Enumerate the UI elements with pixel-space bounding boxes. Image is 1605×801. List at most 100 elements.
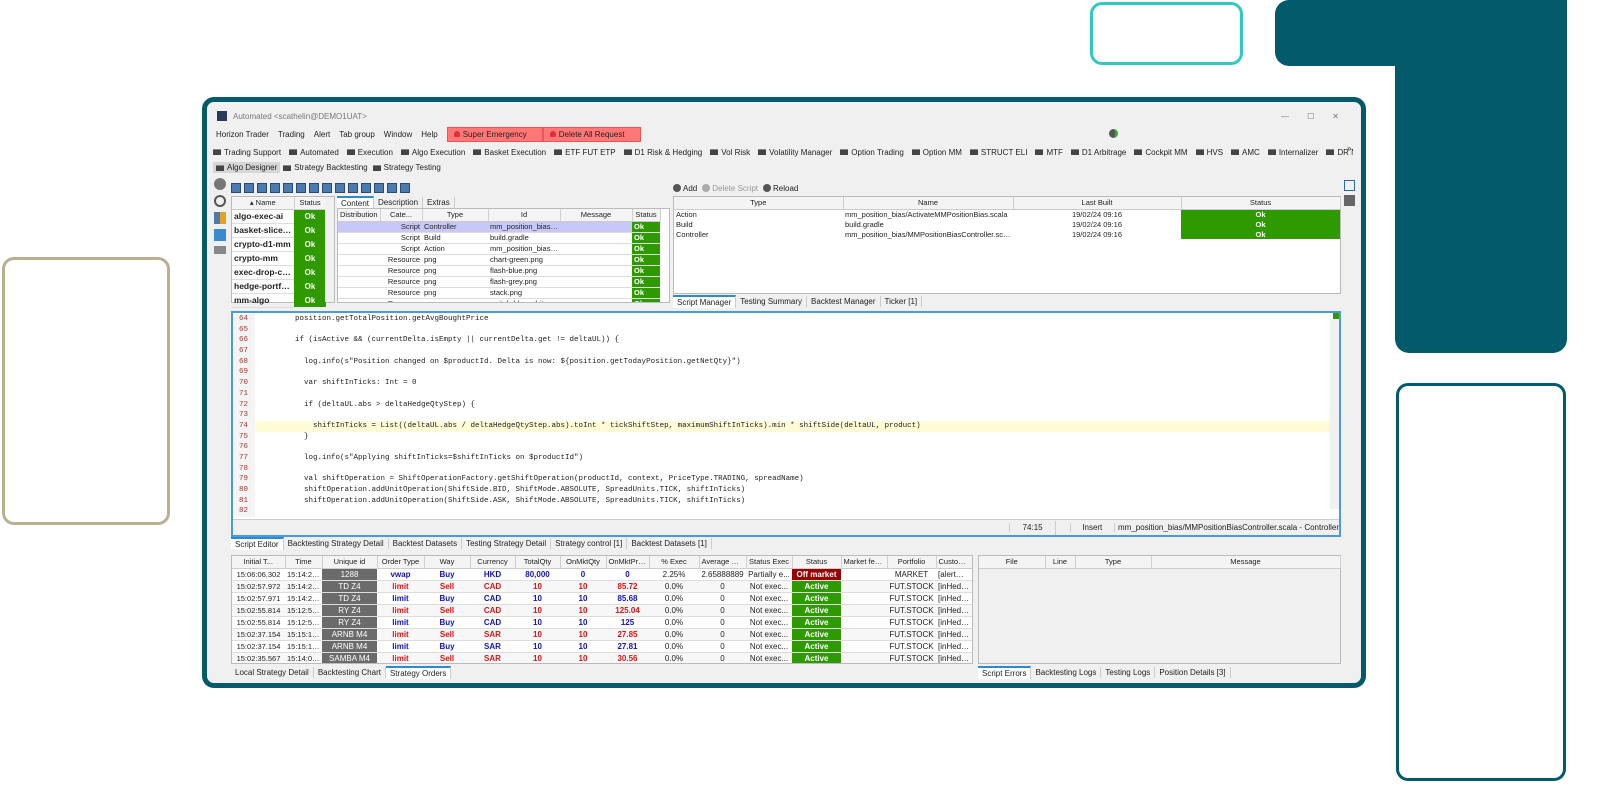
tab[interactable]: Testing Strategy Detail — [462, 538, 552, 549]
orders-column-header[interactable]: TotalQty — [515, 556, 561, 569]
content-column-header[interactable]: Distribution — [338, 209, 381, 222]
script-manager-column-header[interactable]: Name — [843, 197, 1014, 210]
toolbar-action-icon[interactable] — [231, 183, 241, 193]
delete-all-request-button[interactable]: Delete All Request — [542, 126, 641, 142]
tab[interactable]: Ticker [1] — [881, 296, 923, 307]
globe-icon[interactable] — [214, 195, 226, 207]
orders-column-header[interactable]: Status — [792, 556, 842, 569]
strategy-row[interactable]: basket-slice-sc...Ok — [232, 223, 326, 238]
tab-group-item[interactable]: HVS — [1195, 148, 1223, 157]
order-row[interactable]: 15:02:55.81415:12:54.137RY Z4limitSellCA… — [232, 604, 972, 617]
tab-group-item[interactable]: Trading Support — [213, 148, 281, 157]
content-row[interactable]: Script Controller mm_position_bias/... Ok — [338, 221, 660, 233]
tab-group-item[interactable]: STRUCT ELI — [969, 148, 1027, 157]
script-manager-column-header[interactable]: Status — [1181, 197, 1341, 210]
tab-strategy-testing[interactable]: Strategy Testing — [372, 163, 441, 172]
content-row[interactable]: Resource png stack.png Ok — [338, 287, 660, 299]
tab[interactable]: Strategy control [1] — [551, 538, 628, 549]
errors-column-header[interactable]: Line — [1045, 556, 1076, 569]
orders-column-header[interactable]: OnMktPrice — [606, 556, 650, 569]
tab-group-item[interactable]: Automated — [289, 148, 339, 157]
tab-group-item[interactable]: MTF — [1035, 148, 1063, 157]
content-row[interactable]: Resource png flash-grey.png Ok — [338, 276, 660, 288]
editor-scrollbar[interactable] — [1330, 319, 1339, 509]
order-row[interactable]: 15:02:37.15415:15:13.033ARNB M4limitBuyS… — [232, 640, 972, 653]
tab[interactable]: Backtesting Chart — [314, 667, 386, 678]
content-column-header[interactable]: Id — [488, 209, 561, 222]
content-column-header[interactable]: Message — [560, 209, 633, 222]
tab-group-item[interactable]: Execution — [346, 148, 393, 157]
orders-column-header[interactable]: Average Ex... — [699, 556, 747, 569]
script-manager-column-header[interactable]: Type — [674, 197, 844, 210]
tab[interactable]: Script Manager — [673, 295, 737, 308]
overflow-chevron-icon[interactable]: » — [1347, 144, 1351, 153]
delete-script-button[interactable]: Delete Script — [712, 184, 758, 193]
tab[interactable]: Backtesting Logs — [1031, 667, 1102, 678]
tab-group-item[interactable]: D1 Risk & Hedging — [623, 148, 702, 157]
orders-column-header[interactable]: Unique id — [322, 556, 378, 569]
orders-column-header[interactable]: Custom Fields — [936, 556, 972, 569]
reload-button[interactable]: Reload — [773, 184, 798, 193]
toolbar-action-icon[interactable] — [244, 183, 254, 193]
orders-column-header[interactable]: Status Exec — [746, 556, 793, 569]
components-icon[interactable] — [214, 212, 226, 224]
tree-add-icon[interactable] — [214, 229, 226, 241]
tab[interactable]: Script Errors — [978, 666, 1032, 679]
tab-group-item[interactable]: Volatility Manager — [758, 148, 832, 157]
toolbar-action-icon[interactable] — [348, 183, 358, 193]
window-controls[interactable]: —☐✕ — [1281, 112, 1357, 121]
script-manager-column-header[interactable]: Last Built — [1013, 197, 1182, 210]
strategy-row[interactable]: crypto-mm Ok — [232, 251, 326, 266]
toolbar-action-icon[interactable] — [387, 183, 397, 193]
tab-group-item[interactable]: D1 Arbitrage — [1070, 148, 1126, 157]
menu-tab-group[interactable]: Tab group — [339, 130, 375, 139]
menu-window[interactable]: Window — [384, 130, 412, 139]
toolbar-action-icon[interactable] — [361, 183, 371, 193]
content-column-header[interactable]: Status — [632, 209, 661, 222]
order-row[interactable]: 15:06:06.30215:14:28.1201288vwapBuyHKD80… — [232, 568, 972, 581]
script-row[interactable]: Controller mm_position_bias/MMPositionBia… — [674, 229, 1340, 239]
menu-help[interactable]: Help — [421, 130, 437, 139]
tab-group-item[interactable]: Basket Execution — [473, 148, 546, 157]
toolbar-action-icon[interactable] — [374, 183, 384, 193]
toolbar-action-icon[interactable] — [296, 183, 306, 193]
column-header-status[interactable]: Status — [294, 197, 327, 210]
strategy-row[interactable]: hedge-portfolio Ok — [232, 279, 326, 294]
toolbar-action-icon[interactable] — [270, 183, 280, 193]
errors-column-header[interactable]: Type — [1075, 556, 1152, 569]
strategy-row[interactable]: algo-exec-ai Ok — [232, 209, 326, 224]
tab[interactable]: Strategy Orders — [385, 666, 452, 679]
orders-column-header[interactable]: Market fee... — [841, 556, 888, 569]
connection-status-icon[interactable] — [1109, 129, 1118, 138]
orders-column-header[interactable]: Order Type — [377, 556, 425, 569]
tab[interactable]: Position Details [3] — [1155, 667, 1231, 678]
order-row[interactable]: 15:02:57.97215:14:28.264TD Z4limitSellCA… — [232, 580, 972, 593]
tab-algo-designer[interactable]: Algo Designer — [213, 162, 281, 173]
tab[interactable]: Testing Logs — [1101, 667, 1156, 678]
content-column-header[interactable]: Type — [422, 209, 489, 222]
add-button[interactable]: Add — [683, 184, 697, 193]
tab[interactable]: Backtest Manager — [807, 296, 881, 307]
toolbar-action-icon[interactable] — [283, 183, 293, 193]
tab[interactable]: Backtesting Strategy Detail — [284, 538, 389, 549]
pnl-icon[interactable] — [214, 246, 226, 254]
order-row[interactable]: 15:02:55.81415:12:54.137RY Z4limitBuyCAD… — [232, 616, 972, 629]
tab-group-item[interactable]: Algo Execution — [400, 148, 465, 157]
tab[interactable]: Backtest Datasets — [389, 538, 463, 549]
script-editor[interactable]: 64 position.getTotalPosition.getAvgBough… — [231, 311, 1341, 537]
tab-description[interactable]: Description — [374, 197, 424, 208]
script-row[interactable]: Build build.gradle 19/02/24 09:16 Ok — [674, 219, 1340, 229]
orders-column-header[interactable]: Initial T... — [232, 556, 286, 569]
toolbar-action-icon[interactable] — [309, 183, 319, 193]
script-row[interactable]: Action mm_position_bias/ActivateMMPositio… — [674, 209, 1340, 219]
order-row[interactable]: 15:02:57.97115:14:28.264TD Z4limitBuyCAD… — [232, 592, 972, 605]
errors-column-header[interactable]: Message — [1151, 556, 1341, 569]
orders-column-header[interactable]: Currency — [470, 556, 516, 569]
toolbar-action-icon[interactable] — [257, 183, 267, 193]
strategy-row[interactable]: exec-drop-copy Ok — [232, 265, 326, 280]
layers-icon[interactable] — [1344, 195, 1355, 206]
menu-alert[interactable]: Alert — [314, 130, 330, 139]
scrollbar[interactable] — [325, 197, 334, 302]
tab-group-item[interactable]: ETF FUT ETP — [554, 148, 616, 157]
content-row[interactable]: Resourcepngswitch-blue-white.png Ok — [338, 298, 660, 302]
